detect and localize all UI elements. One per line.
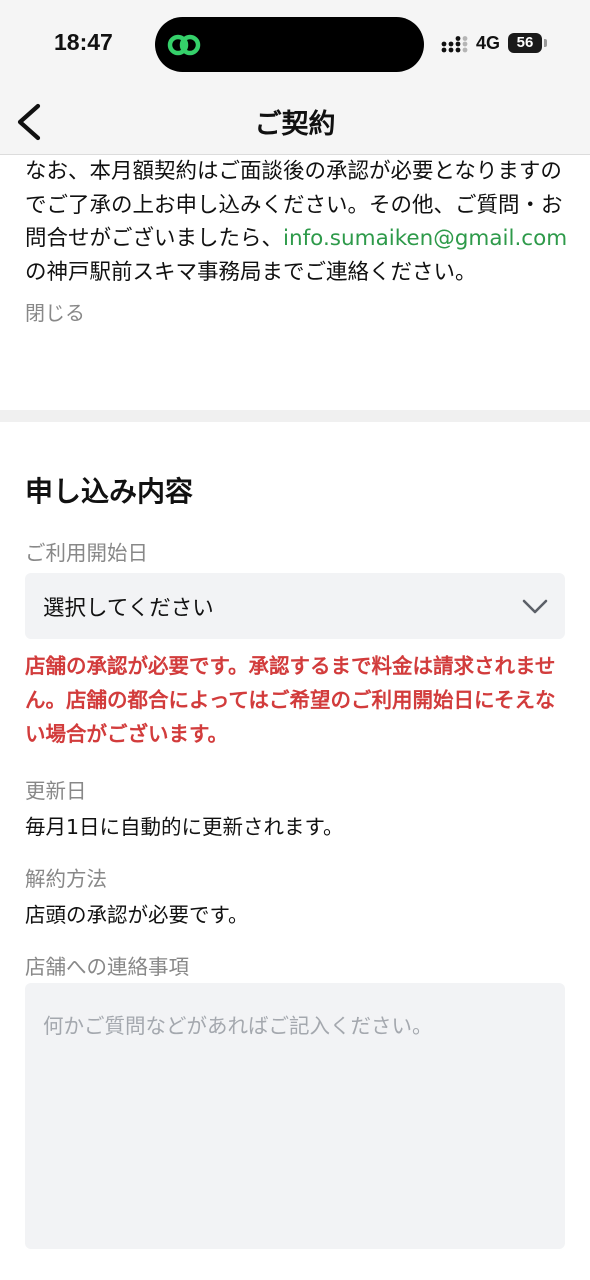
start-date-selected-value: 選択してください [43,596,214,621]
chevron-down-icon [522,599,548,614]
start-date-select[interactable]: 選択してください [25,573,565,639]
message-label: 店舗への連絡事項 [25,955,189,979]
approval-warning: 店舗の承認が必要です。承認するまで料金は請求されません。店舗の都合によってはご希… [25,654,556,746]
link-icon [167,34,201,56]
battery-cap [544,39,547,47]
status-time: 18:47 [54,29,113,55]
section-divider [0,410,590,422]
start-date-label: ご利用開始日 [25,541,148,565]
battery-level: 56 [508,33,542,53]
close-link[interactable]: 閉じる [25,297,85,326]
status-bar: 18:47 4G 56 [0,0,590,90]
section-title: 申し込み内容 [25,475,194,508]
renewal-label: 更新日 [25,779,87,803]
contract-notice: なお、本月額契約はご面談後の承認が必要となりますのでご了承の上お申し込みください… [25,155,570,326]
renewal-value: 毎月1日に自動的に更新されます。 [25,815,344,839]
email-link[interactable]: info.sumaiken@gmail.com [283,226,567,251]
page-title: ご契約 [254,109,336,140]
navigation-bar: ご契約 [0,90,590,155]
notice-text: なお、本月額契約はご面談後の承認が必要となりますのでご了承の上お申し込みください… [25,155,570,289]
battery-icon: 56 [508,33,548,53]
message-textarea[interactable] [25,983,565,1249]
network-type: 4G [476,33,501,53]
dynamic-island [155,17,424,72]
contract-page: 18:47 4G 56 ご契約 なお、本月額契約はご面談後の承認が必要となります… [0,0,590,1280]
cellular-signal-icon [441,36,468,53]
cancellation-label: 解約方法 [25,867,107,891]
cancellation-value: 店頭の承認が必要です。 [25,903,249,927]
